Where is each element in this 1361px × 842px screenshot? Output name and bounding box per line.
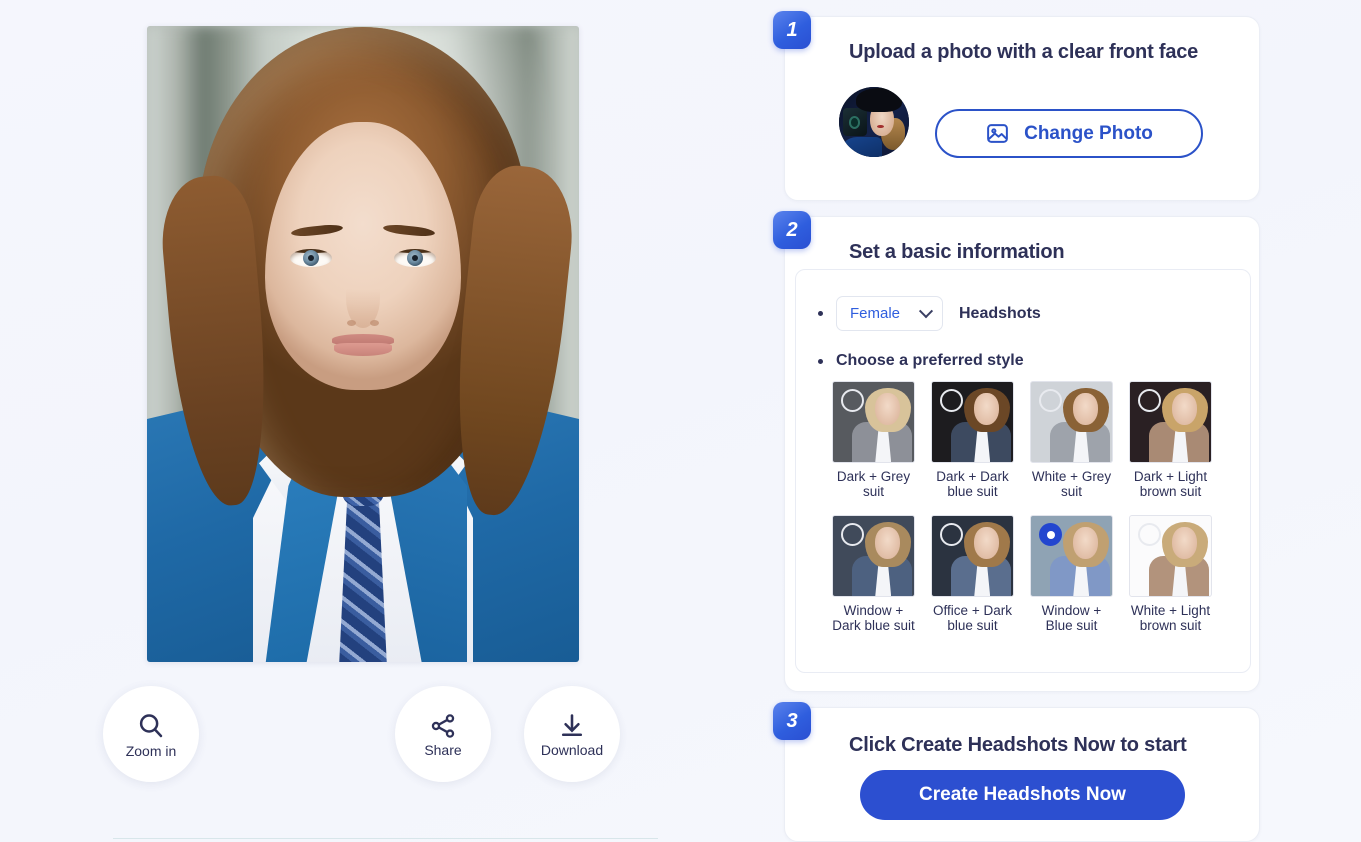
pupil-right bbox=[412, 255, 418, 261]
style-6-face bbox=[1073, 527, 1099, 560]
eye-left bbox=[290, 249, 332, 267]
style-thumb-5 bbox=[931, 515, 1014, 598]
gender-row: Female Headshots bbox=[818, 296, 1041, 331]
style-option-6[interactable]: Window + Blue suit bbox=[1030, 515, 1113, 633]
style-options-grid: Dark + Grey suit Dark + Dark blue suit W… bbox=[832, 381, 1224, 633]
footer-divider bbox=[113, 838, 658, 839]
magnifier-icon bbox=[139, 713, 163, 737]
style-1-face bbox=[974, 393, 1000, 426]
nostril-right bbox=[370, 320, 379, 326]
gender-bullet bbox=[818, 311, 823, 316]
style-label-0: Dark + Grey suit bbox=[836, 469, 911, 499]
zoom-in-button[interactable]: Zoom in bbox=[103, 686, 199, 782]
create-headshots-button[interactable]: Create Headshots Now bbox=[860, 770, 1185, 820]
style-radio-0[interactable] bbox=[841, 389, 864, 412]
avatar-camera-lens bbox=[848, 116, 860, 129]
step-1-card: 1 Upload a photo with a clear front face bbox=[773, 11, 1260, 201]
style-5-face bbox=[974, 527, 1000, 560]
style-option-4[interactable]: Window + Dark blue suit bbox=[832, 515, 915, 633]
step-2-card: 2 Set a basic information Female Headsho… bbox=[773, 211, 1260, 692]
step-3-badge: 3 bbox=[773, 702, 811, 740]
avatar-hat bbox=[855, 88, 902, 113]
headshots-label: Headshots bbox=[959, 304, 1041, 322]
style-label-3: Dark + Light brown suit bbox=[1133, 469, 1208, 499]
style-option-3[interactable]: Dark + Light brown suit bbox=[1129, 381, 1212, 499]
style-bullet bbox=[818, 358, 823, 364]
style-option-1[interactable]: Dark + Dark blue suit bbox=[931, 381, 1014, 499]
style-prompt-label: Choose a preferred style bbox=[836, 352, 1024, 369]
style-label-7: White + Light brown suit bbox=[1130, 603, 1211, 633]
style-thumb-7 bbox=[1129, 515, 1212, 598]
style-thumb-2 bbox=[1030, 381, 1113, 463]
style-thumb-1 bbox=[931, 381, 1014, 463]
download-label: Download bbox=[540, 741, 604, 758]
style-label-2: White + Grey suit bbox=[1031, 469, 1112, 499]
share-nodes-icon bbox=[431, 713, 455, 738]
steps-panel: 1 Upload a photo with a clear front face bbox=[770, 0, 1260, 842]
chevron-down-icon bbox=[918, 303, 934, 318]
style-radio-2[interactable] bbox=[1039, 389, 1062, 412]
iris-right bbox=[407, 250, 423, 266]
lower-lip bbox=[334, 343, 392, 356]
style-label-1: Dark + Dark blue suit bbox=[936, 469, 1009, 499]
step-3-title: Click Create Headshots Now to start bbox=[849, 734, 1187, 756]
style-thumb-6 bbox=[1030, 515, 1113, 598]
style-2-face bbox=[1073, 393, 1099, 426]
style-radio-1[interactable] bbox=[940, 389, 963, 412]
style-4-face bbox=[875, 527, 901, 560]
avatar-coat bbox=[839, 137, 883, 157]
share-label: Share bbox=[424, 741, 462, 758]
style-radio-7[interactable] bbox=[1138, 523, 1161, 547]
step-1-title: Upload a photo with a clear front face bbox=[849, 41, 1199, 63]
headshot-preview-canvas bbox=[147, 26, 579, 662]
step-2-title: Set a basic information bbox=[849, 241, 1065, 263]
step-2-badge: 2 bbox=[773, 211, 811, 249]
preview-pane: Zoom in Share Download bbox=[0, 0, 760, 842]
share-button[interactable]: Share bbox=[395, 686, 491, 782]
style-label-5: Office + Dark blue suit bbox=[933, 603, 1012, 633]
uploaded-photo-avatar[interactable] bbox=[839, 87, 909, 157]
style-label-4: Window + Dark blue suit bbox=[832, 603, 915, 633]
change-photo-button[interactable]: Change Photo bbox=[935, 109, 1203, 158]
download-arrow-icon bbox=[561, 713, 583, 736]
style-option-5[interactable]: Office + Dark blue suit bbox=[931, 515, 1014, 633]
eyebrow-right bbox=[382, 223, 436, 238]
style-label-6: Window + Blue suit bbox=[1041, 603, 1102, 633]
style-radio-6[interactable] bbox=[1039, 523, 1062, 547]
lips bbox=[332, 334, 394, 356]
pupil-left bbox=[308, 255, 314, 261]
eyebrow-left bbox=[290, 223, 344, 238]
style-option-0[interactable]: Dark + Grey suit bbox=[832, 381, 915, 499]
style-3-face bbox=[1172, 393, 1198, 426]
download-button[interactable]: Download bbox=[524, 686, 620, 782]
image-icon bbox=[987, 124, 1008, 143]
style-option-2[interactable]: White + Grey suit bbox=[1030, 381, 1113, 499]
nostril-left bbox=[347, 320, 356, 326]
iris-left bbox=[303, 250, 319, 266]
style-radio-4[interactable] bbox=[841, 523, 864, 547]
nose bbox=[346, 268, 380, 328]
change-photo-label: Change Photo bbox=[1024, 122, 1153, 144]
style-thumb-4 bbox=[832, 515, 915, 598]
basic-information-box: Female Headshots Choose a preferred styl… bbox=[795, 269, 1251, 673]
style-0-face bbox=[875, 393, 901, 426]
zoom-in-label: Zoom in bbox=[125, 742, 177, 759]
preview-toolbar: Zoom in Share Download bbox=[0, 686, 760, 786]
step-3-card: 3 Click Create Headshots Now to start Cr… bbox=[773, 702, 1260, 842]
style-prompt-row: Choose a preferred style bbox=[818, 352, 1024, 370]
app-root: Zoom in Share Download 1 Upload a photo … bbox=[0, 0, 1361, 842]
gender-select[interactable]: Female bbox=[836, 296, 943, 331]
style-thumb-0 bbox=[832, 381, 915, 463]
eye-right bbox=[394, 249, 436, 267]
style-radio-5[interactable] bbox=[940, 523, 963, 547]
step-1-badge: 1 bbox=[773, 11, 811, 49]
headshot-preview-image[interactable] bbox=[147, 26, 579, 662]
gender-selected-value: Female bbox=[850, 305, 901, 322]
style-thumb-3 bbox=[1129, 381, 1212, 463]
style-7-face bbox=[1172, 527, 1198, 560]
style-radio-3[interactable] bbox=[1138, 389, 1161, 412]
style-option-7[interactable]: White + Light brown suit bbox=[1129, 515, 1212, 633]
